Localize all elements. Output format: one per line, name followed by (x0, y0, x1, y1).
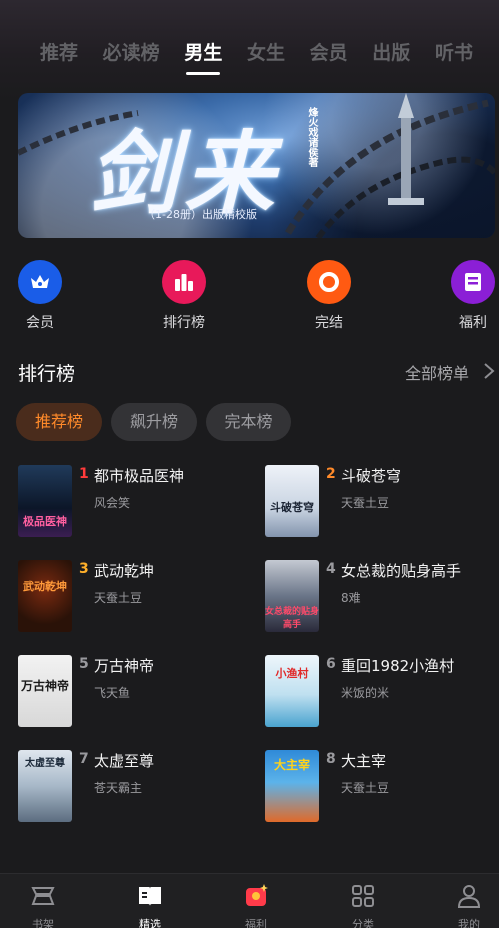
book-item[interactable]: 武动乾坤 3 武动乾坤 天蚕土豆 (18, 560, 248, 634)
rank-number: 3 (79, 561, 89, 577)
rank-number: 2 (326, 466, 336, 482)
quick-entry-label: 完结 (315, 315, 343, 331)
person-icon (457, 885, 481, 908)
book-item[interactable]: 极品医神 1 都市极品医神 风会笑 (18, 465, 248, 539)
book-author: 天蚕土豆 (341, 781, 390, 795)
chip-recommend[interactable]: 推荐榜 (16, 403, 102, 441)
promo-banner[interactable]: 剑来 烽火戏诸侯著 （1-28册）出版精校版 (18, 93, 495, 238)
banner-subtitle: （1-28册）出版精校版 (144, 208, 257, 221)
cover-title: 万古神帝 (20, 679, 69, 693)
rank-number: 8 (326, 751, 336, 767)
book-title: 万古神帝 (94, 657, 155, 675)
banner-author: 烽火戏诸侯著 (306, 107, 317, 167)
tab-recommend[interactable]: 推荐 (40, 38, 78, 78)
book-item[interactable]: 大主宰 8 大主宰 天蚕土豆 (265, 750, 495, 824)
tab-member[interactable]: 会员 (310, 38, 348, 78)
book-cover: 太虚至尊 (18, 750, 72, 822)
card-icon (451, 260, 495, 304)
rank-number: 1 (79, 466, 89, 482)
chip-completed[interactable]: 完本榜 (206, 403, 291, 441)
gift-icon (246, 884, 268, 906)
all-rankings-link[interactable]: 全部榜单 (405, 360, 469, 384)
quick-entry-member[interactable]: 会员 (5, 260, 75, 332)
nav-bookshelf[interactable]: 书架 (13, 882, 73, 928)
nav-welfare[interactable]: 福利 (226, 882, 286, 928)
book-title: 重回1982小渔村 (341, 657, 455, 675)
quick-entry-label: 排行榜 (163, 315, 205, 331)
bottom-navigation: 书架 精选 福利 分类 我的 (0, 873, 499, 928)
tab-male[interactable]: 男生 (184, 38, 222, 78)
book-author: 天蚕土豆 (341, 496, 390, 510)
book-author: 飞天鱼 (94, 686, 131, 700)
rank-number: 5 (79, 656, 89, 672)
book-item[interactable]: 太虚至尊 7 太虚至尊 苍天霸主 (18, 750, 248, 824)
book-author: 风会笑 (94, 496, 131, 510)
ranking-title: 排行榜 (18, 363, 76, 385)
nav-featured[interactable]: 精选 (120, 882, 180, 928)
book-cover: 女总裁的贴身高手 (265, 560, 319, 632)
book-cover: 万古神帝 (18, 655, 72, 727)
crown-icon (18, 260, 62, 304)
book-title: 太虚至尊 (94, 752, 155, 770)
book-title: 都市极品医神 (94, 467, 185, 485)
nav-label: 书架 (32, 918, 54, 928)
featured-book-icon (139, 887, 161, 906)
book-item[interactable]: 斗破苍穹 2 斗破苍穹 天蚕土豆 (265, 465, 495, 539)
nav-label: 福利 (245, 918, 267, 928)
book-author: 天蚕土豆 (94, 591, 143, 605)
nav-profile[interactable]: 我的 (439, 882, 499, 928)
cover-title: 女总裁的贴身高手 (265, 607, 319, 630)
nav-label: 分类 (352, 918, 374, 928)
book-title: 女总裁的贴身高手 (341, 562, 462, 580)
bar-chart-icon (162, 260, 206, 304)
book-title: 斗破苍穹 (341, 467, 402, 485)
cover-title: 斗破苍穹 (270, 501, 314, 514)
book-item[interactable]: 万古神帝 5 万古神帝 飞天鱼 (18, 655, 248, 729)
book-title: 武动乾坤 (94, 562, 155, 580)
nav-label: 我的 (458, 918, 480, 928)
bookshelf-icon (31, 887, 55, 905)
quick-entry-label: 福利 (459, 315, 487, 331)
chip-rising[interactable]: 飙升榜 (111, 403, 197, 441)
ring-icon (307, 260, 351, 304)
rank-number: 7 (79, 751, 89, 767)
rank-number: 6 (326, 656, 336, 672)
book-cover: 斗破苍穹 (265, 465, 319, 537)
book-author: 米饭的米 (341, 686, 390, 700)
book-title: 大主宰 (341, 752, 387, 770)
top-tab-bar: 推荐 必读榜 男生 女生 会员 出版 听书 (0, 38, 499, 82)
quick-entry-row: 会员 排行榜 完结 福利 (0, 260, 499, 332)
tab-publish[interactable]: 出版 (372, 38, 410, 78)
book-cover: 大主宰 (265, 750, 319, 822)
cover-title: 太虚至尊 (25, 758, 65, 769)
nav-category[interactable]: 分类 (333, 882, 393, 928)
grid-icon (352, 885, 374, 907)
cover-title: 大主宰 (273, 758, 310, 772)
tab-must-read[interactable]: 必读榜 (103, 38, 160, 78)
book-author: 8难 (341, 591, 361, 605)
quick-entry-welfare[interactable]: 福利 (438, 260, 499, 332)
book-item[interactable]: 小渔村 6 重回1982小渔村 米饭的米 (265, 655, 495, 729)
book-cover: 小渔村 (265, 655, 319, 727)
quick-entry-ranking[interactable]: 排行榜 (149, 260, 219, 332)
tab-audiobook[interactable]: 听书 (435, 38, 473, 78)
tab-female[interactable]: 女生 (247, 38, 285, 78)
book-cover: 极品医神 (18, 465, 72, 537)
cover-title: 极品医神 (23, 515, 67, 528)
cover-title: 小渔村 (275, 667, 309, 680)
rank-number: 4 (326, 561, 336, 577)
cover-title: 武动乾坤 (23, 580, 67, 593)
book-author: 苍天霸主 (94, 781, 143, 795)
book-item[interactable]: 女总裁的贴身高手 4 女总裁的贴身高手 8难 (265, 560, 495, 634)
book-cover: 武动乾坤 (18, 560, 72, 632)
quick-entry-label: 会员 (26, 315, 54, 331)
chevron-right-icon[interactable] (482, 362, 496, 380)
nav-label: 精选 (139, 918, 161, 928)
quick-entry-finished[interactable]: 完结 (294, 260, 364, 332)
